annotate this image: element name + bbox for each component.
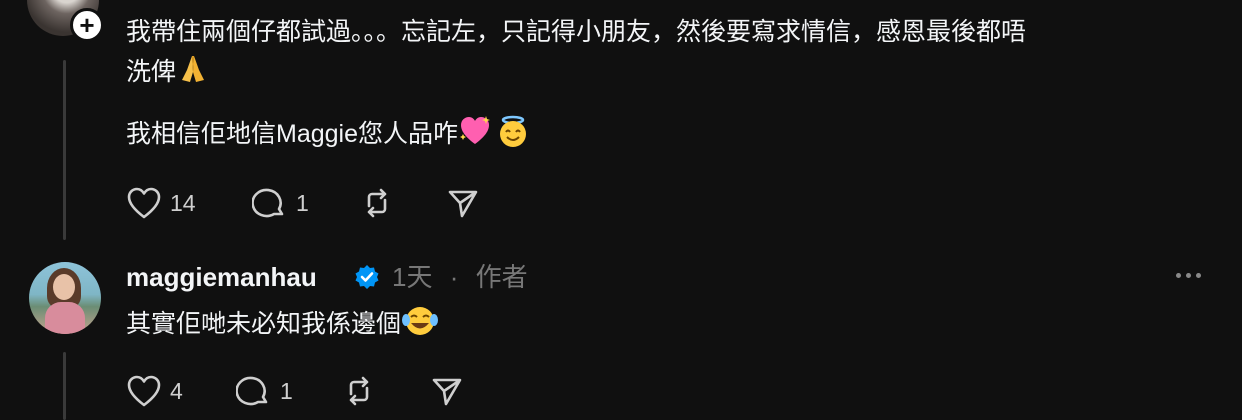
comment-text-line2: 洗俾 (126, 52, 210, 92)
share-button[interactable] (446, 186, 480, 220)
follow-plus-icon[interactable]: + (70, 8, 104, 42)
timestamp: 1天 (392, 262, 433, 292)
heart-icon (126, 186, 162, 220)
reply-button[interactable]: 1 (252, 186, 309, 220)
like-button[interactable]: 14 (126, 186, 196, 220)
thread-line-bottom (63, 352, 66, 420)
sparkling-heart-emoji-icon (458, 114, 492, 148)
share-button[interactable] (430, 374, 464, 408)
repost-button[interactable] (360, 186, 394, 220)
reply-count: 1 (296, 189, 309, 216)
like-count: 14 (170, 189, 196, 216)
repost-icon (342, 374, 376, 408)
comment-bubble-icon (236, 374, 272, 408)
more-options-icon[interactable] (1176, 268, 1206, 282)
thread-line-top (63, 60, 66, 240)
reply-button[interactable]: 1 (236, 374, 293, 408)
smiling-face-with-halo-emoji-icon (496, 114, 530, 148)
username[interactable]: maggiemanhau (126, 258, 317, 296)
avatar[interactable] (29, 262, 101, 334)
send-icon (430, 374, 464, 408)
repost-icon (360, 186, 394, 220)
post-meta: 1天 · 作者 (392, 258, 528, 296)
author-label: 作者 (475, 262, 528, 292)
heart-icon (126, 374, 162, 408)
like-count: 4 (170, 377, 183, 404)
reply-count: 1 (280, 377, 293, 404)
like-button[interactable]: 4 (126, 374, 183, 408)
comment-bubble-icon (252, 186, 288, 220)
meta-separator: · (449, 262, 459, 292)
folded-hands-emoji-icon (176, 52, 210, 86)
verified-badge-icon (355, 265, 379, 289)
comment-text: 其實佢哋未必知我係邊個 (126, 304, 439, 344)
comment-text-line3: 我相信佢地信Maggie您人品咋 (126, 114, 530, 154)
repost-button[interactable] (342, 374, 376, 408)
face-with-tears-of-joy-emoji-icon (401, 304, 439, 338)
send-icon (446, 186, 480, 220)
comment-text-line1: 我帶住兩個仔都試過。。。忘記左，只記得小朋友，然後要寫求情信，感恩最後都唔 (126, 18, 1027, 46)
